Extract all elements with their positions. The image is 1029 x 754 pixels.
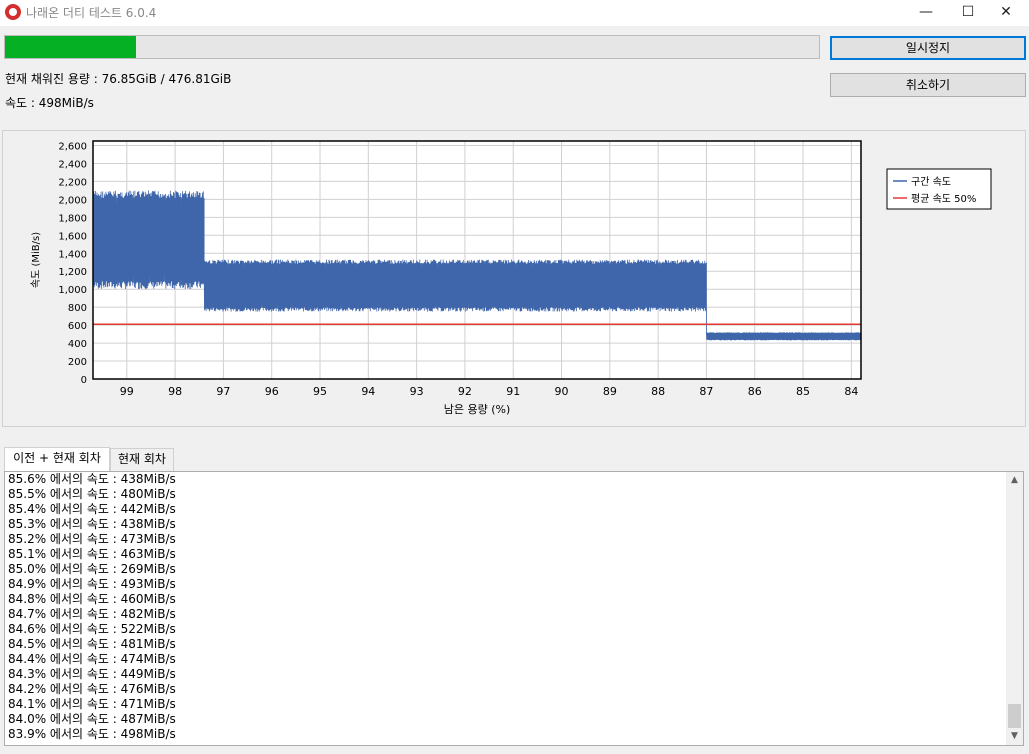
speed-text: 속도 : 498MiB/s (5, 96, 94, 110)
x-tick-label: 91 (506, 385, 520, 398)
minimize-button[interactable]: — (903, 0, 949, 26)
log-line: 84.9% 에서의 속도 : 493MiB/s (8, 577, 176, 591)
cancel-button[interactable]: 취소하기 (830, 73, 1026, 97)
log-line: 84.4% 에서의 속도 : 474MiB/s (8, 652, 176, 666)
x-tick-label: 84 (844, 385, 858, 398)
y-tick-label: 2,400 (58, 159, 87, 170)
y-axis-label: 속도 (MiB/s) (30, 232, 42, 288)
y-tick-label: 400 (68, 339, 87, 350)
x-tick-label: 92 (458, 385, 472, 398)
scroll-thumb[interactable] (1008, 704, 1021, 728)
progress-bar (4, 35, 820, 59)
log-line: 84.0% 에서의 속도 : 487MiB/s (8, 712, 176, 726)
x-tick-label: 97 (216, 385, 230, 398)
log-line: 83.9% 에서의 속도 : 498MiB/s (8, 727, 176, 741)
log-line: 84.2% 에서의 속도 : 476MiB/s (8, 682, 176, 696)
x-tick-label: 99 (120, 385, 134, 398)
y-tick-label: 1,000 (58, 285, 87, 296)
x-tick-label: 89 (603, 385, 617, 398)
app-logo-icon (5, 4, 21, 20)
log-line: 85.1% 에서의 속도 : 463MiB/s (8, 547, 176, 561)
x-tick-label: 94 (361, 385, 375, 398)
y-tick-label: 600 (68, 321, 87, 332)
log-line: 84.7% 에서의 속도 : 482MiB/s (8, 607, 176, 621)
legend-label: 구간 속도 (911, 176, 951, 188)
progress-bar-fill (5, 36, 137, 58)
y-tick-label: 2,000 (58, 195, 87, 206)
window-title: 나래온 더티 테스트 6.0.4 (26, 6, 157, 20)
log-line: 84.5% 에서의 속도 : 481MiB/s (8, 637, 176, 651)
y-tick-label: 1,600 (58, 231, 87, 242)
close-button[interactable]: ✕ (983, 0, 1029, 26)
log-line: 85.4% 에서의 속도 : 442MiB/s (8, 502, 176, 516)
x-tick-label: 87 (699, 385, 713, 398)
x-tick-label: 95 (313, 385, 327, 398)
log-line: 85.5% 에서의 속도 : 480MiB/s (8, 487, 176, 501)
log-line: 85.0% 에서의 속도 : 269MiB/s (8, 562, 176, 576)
log-line: 84.8% 에서의 속도 : 460MiB/s (8, 592, 176, 606)
x-tick-label: 85 (796, 385, 810, 398)
pause-button[interactable]: 일시정지 (830, 36, 1026, 60)
log-line: 84.3% 에서의 속도 : 449MiB/s (8, 667, 176, 681)
log-line: 84.1% 에서의 속도 : 471MiB/s (8, 697, 176, 711)
x-tick-label: 90 (555, 385, 569, 398)
speed-log[interactable]: 85.6% 에서의 속도 : 438MiB/s 85.5% 에서의 속도 : 48… (4, 471, 1024, 746)
title-bar: 나래온 더티 테스트 6.0.4 — ☐ ✕ (0, 0, 1029, 26)
x-tick-label: 93 (410, 385, 424, 398)
y-tick-label: 1,400 (58, 249, 87, 260)
log-line: 84.6% 에서의 속도 : 522MiB/s (8, 622, 176, 636)
scroll-down-icon[interactable]: ▼ (1006, 728, 1023, 745)
y-tick-label: 2,200 (58, 177, 87, 188)
speed-chart: 99 98 97 96 95 94 93 92 91 90 89 88 87 86 85 84 0 200 400 6… (30, 140, 992, 416)
tab-current-round[interactable]: 현재 회차 (110, 448, 174, 471)
tab-all-rounds[interactable]: 이전 + 현재 회차 (4, 447, 110, 471)
y-tick-label: 200 (68, 357, 87, 368)
y-tick-label: 1,200 (58, 267, 87, 278)
speed-chart-panel: 99 98 97 96 95 94 93 92 91 90 89 88 87 86 85 84 0 200 400 6… (2, 130, 1026, 427)
scroll-up-icon[interactable]: ▲ (1006, 472, 1023, 489)
y-tick-label: 2,600 (58, 141, 87, 152)
legend-label: 평균 속도 50% (911, 193, 976, 205)
y-tick-label: 1,800 (58, 213, 87, 224)
filled-capacity-text: 현재 채워진 용량 : 76.85GiB / 476.81GiB (5, 72, 232, 86)
log-line: 85.3% 에서의 속도 : 438MiB/s (8, 517, 176, 531)
x-tick-label: 98 (168, 385, 182, 398)
x-tick-label: 88 (651, 385, 665, 398)
log-list: 85.6% 에서의 속도 : 438MiB/s 85.5% 에서의 속도 : 48… (5, 472, 1023, 742)
log-scrollbar[interactable]: ▲ ▼ (1006, 472, 1023, 745)
x-axis-label: 남은 용량 (%) (444, 403, 511, 416)
log-line: 85.2% 에서의 속도 : 473MiB/s (8, 532, 176, 546)
x-tick-label: 96 (265, 385, 279, 398)
y-tick-label: 0 (81, 375, 87, 386)
log-line: 85.6% 에서의 속도 : 438MiB/s (8, 472, 176, 486)
x-tick-label: 86 (748, 385, 762, 398)
y-tick-label: 800 (68, 303, 87, 314)
